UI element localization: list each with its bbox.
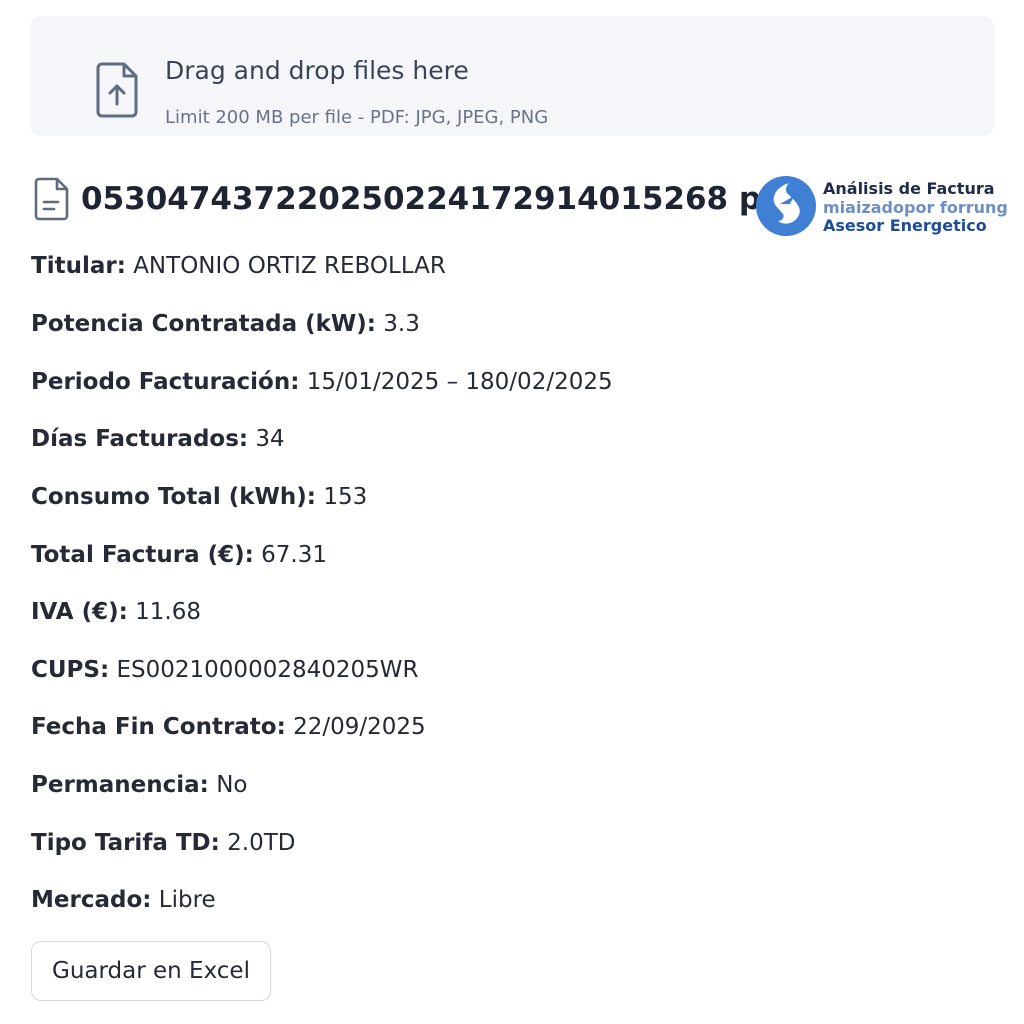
field-label: Potencia Contratada (kW): [31, 311, 376, 337]
file-upload-icon [96, 62, 138, 118]
save-excel-button[interactable]: Guardar en Excel [31, 941, 271, 1001]
file-heading: 05304743722025022417291401526​8 pdf [34, 174, 797, 224]
dropzone-title: Drag and drop files here [165, 56, 469, 85]
field-label: Periodo Facturación: [31, 369, 300, 395]
brand-tagline: Asesor Energetico [823, 216, 987, 235]
field-total-factura: Total Factura (€): 67.31 [31, 542, 327, 568]
field-label: Titular: [31, 253, 126, 279]
field-tipo-tarifa: Tipo Tarifa TD: 2.0TD [31, 830, 296, 856]
field-periodo: Periodo Facturación: 15/01/2025 – 180/02… [31, 369, 613, 395]
field-value: 15/01/2025 – 180/02/2025 [306, 369, 613, 395]
field-value: 153 [323, 484, 368, 510]
invoice-analysis-page: Drag and drop files here Limit 200 MB pe… [0, 0, 1024, 1024]
brand-badge: Análisis de Factura miaizadopor forrung … [754, 172, 1008, 238]
file-dropzone[interactable]: Drag and drop files here Limit 200 MB pe… [30, 16, 995, 136]
field-label: Días Facturados: [31, 426, 249, 452]
field-value: 11.68 [135, 599, 202, 625]
field-value: 2.0TD [227, 830, 296, 856]
field-fecha-fin: Fecha Fin Contrato: 22/09/2025 [31, 714, 426, 740]
field-label: CUPS: [31, 657, 110, 683]
field-label: Tipo Tarifa TD: [31, 830, 220, 856]
brand-text: Análisis de Factura miaizadopor forrung … [823, 179, 1008, 236]
field-value: No [216, 772, 248, 798]
brand-subtitle: miaizadopor forrung [823, 197, 1008, 217]
field-iva: IVA (€): 11.68 [31, 599, 201, 625]
field-label: Total Factura (€): [31, 542, 254, 568]
field-titular: Titular: ANTONIO ORTIZ REBOLLAR [31, 253, 446, 279]
field-label: Fecha Fin Contrato: [31, 714, 286, 740]
file-name: 05304743722025022417291401526​8 pdf [81, 181, 797, 217]
dropzone-limit-text: Limit 200 MB per file - PDF: JPG, JPEG, … [165, 107, 549, 128]
field-label: Permanencia: [31, 772, 209, 798]
field-value: 34 [255, 426, 285, 452]
field-value: ANTONIO ORTIZ REBOLLAR [133, 253, 446, 279]
field-permanencia: Permanencia: No [31, 772, 247, 798]
field-value: ES0021000002840205WR [116, 657, 419, 683]
field-label: Consumo Total (kWh): [31, 484, 316, 510]
field-potencia: Potencia Contratada (kW): 3.3 [31, 311, 420, 337]
field-value: 3.3 [383, 311, 420, 337]
field-label: Mercado: [31, 887, 152, 913]
field-cups: CUPS: ES0021000002840205WR [31, 657, 419, 683]
energy-logo-icon [756, 176, 816, 236]
field-value: 22/09/2025 [293, 714, 426, 740]
field-mercado: Mercado: Libre [31, 887, 216, 913]
field-consumo: Consumo Total (kWh): 153 [31, 484, 367, 510]
field-value: 67.31 [261, 542, 327, 568]
field-value: Libre [158, 887, 216, 913]
field-label: IVA (€): [31, 599, 128, 625]
field-dias: Días Facturados: 34 [31, 426, 285, 452]
document-icon [34, 177, 69, 221]
brand-title: Análisis de Factura [823, 179, 995, 198]
